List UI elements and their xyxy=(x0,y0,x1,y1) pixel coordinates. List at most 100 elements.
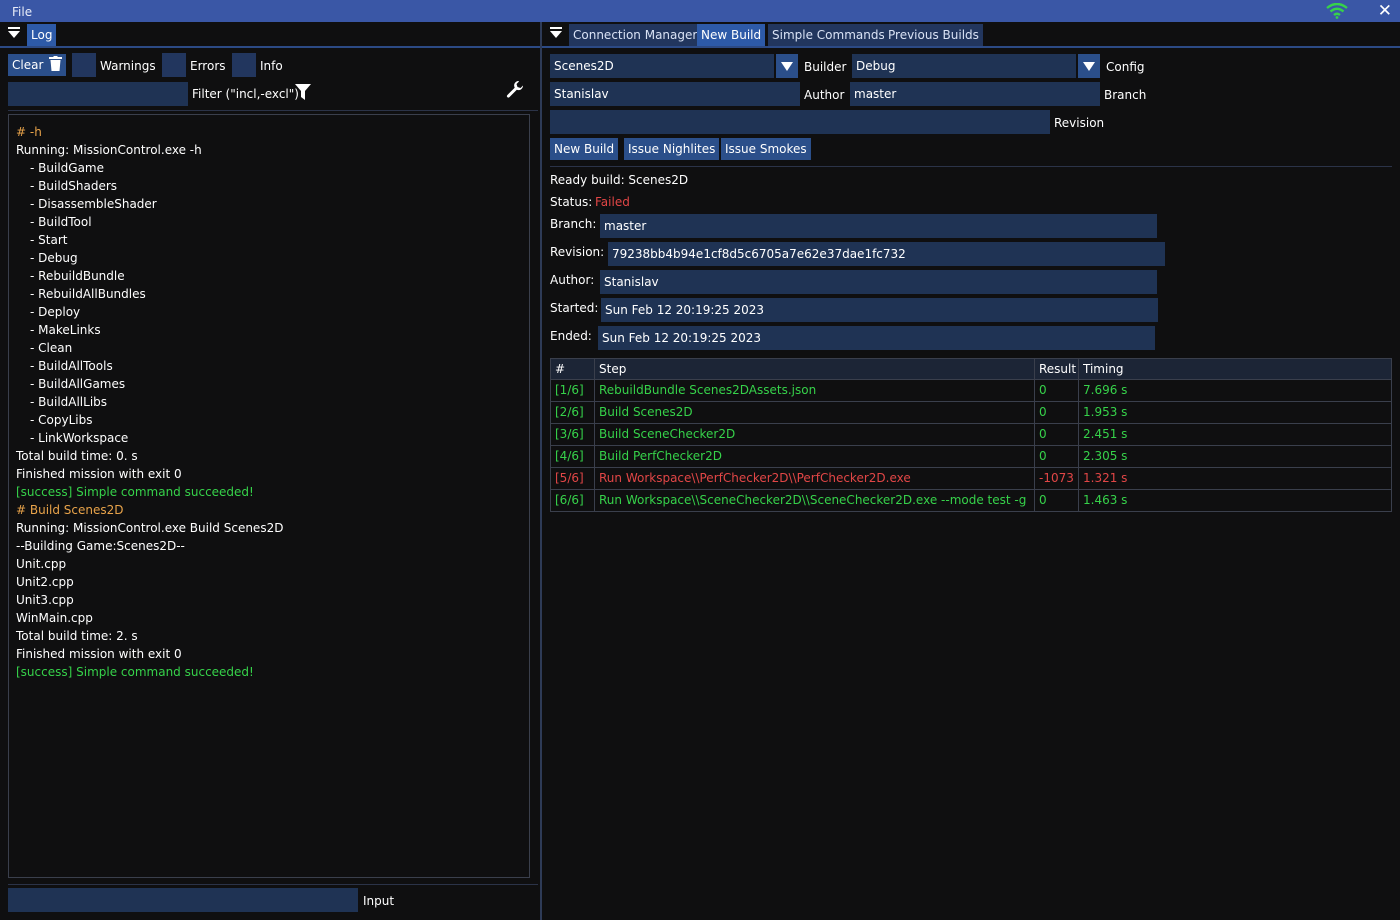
table-row[interactable]: [1/6] RebuildBundle Scenes2DAssets.json 0 7… xyxy=(551,380,1391,402)
build-steps-table: # Step Result Timing [1/6] RebuildBundle … xyxy=(550,358,1392,512)
issue-smokes-button[interactable]: Issue Smokes xyxy=(721,138,811,160)
step-timing: 1.463 s xyxy=(1083,493,1128,507)
log-line: - BuildAllLibs xyxy=(30,395,108,409)
step-result: 0 xyxy=(1039,493,1047,507)
log-line: - DisassembleShader xyxy=(30,197,157,211)
log-line: - Debug xyxy=(30,251,78,265)
tab-menu-icon[interactable] xyxy=(550,26,564,40)
step-name: RebuildBundle Scenes2DAssets.json xyxy=(599,383,817,397)
log-line: Unit3.cpp xyxy=(16,593,74,607)
warnings-checkbox[interactable] xyxy=(72,53,96,77)
revision-detail-value[interactable]: 79238bb4b94e1cf8d5c6705a7e62e37dae1fc732 xyxy=(608,242,1165,266)
new-build-button[interactable]: New Build xyxy=(550,138,619,160)
table-row[interactable]: [5/6] Run Workspace\\PerfChecker2D\\PerfC… xyxy=(551,468,1391,490)
revision-label: Revision xyxy=(1054,116,1105,130)
config-combo[interactable]: Debug xyxy=(852,54,1076,78)
header-num: # xyxy=(555,362,566,376)
log-output[interactable]: # -h Running: MissionControl.exe -h - Buil… xyxy=(8,114,530,878)
step-name: Build SceneChecker2D xyxy=(599,427,736,441)
trash-icon xyxy=(49,56,63,71)
ready-build-text: Ready build: Scenes2D xyxy=(550,173,689,187)
builder-label: Builder xyxy=(804,60,847,74)
author-detail-label: Author: xyxy=(550,273,595,287)
form-divider xyxy=(550,166,1392,167)
started-label: Started: xyxy=(550,301,599,315)
step-timing: 2.451 s xyxy=(1083,427,1128,441)
table-row[interactable]: [2/6] Build Scenes2D 0 1.953 s xyxy=(551,402,1391,424)
log-line: WinMain.cpp xyxy=(16,611,93,625)
log-toolbar-divider xyxy=(8,110,538,111)
branch-detail-value[interactable]: master xyxy=(600,214,1157,238)
errors-checkbox[interactable] xyxy=(162,53,186,77)
author-label: Author xyxy=(804,88,845,102)
step-name: Build Scenes2D xyxy=(599,405,693,419)
step-num: [1/6] xyxy=(555,383,584,397)
table-row[interactable]: [6/6] Run Workspace\\SceneChecker2D\\Scen… xyxy=(551,490,1391,511)
tab-connection-manager[interactable]: Connection Manager xyxy=(569,24,702,46)
clear-label: Clear xyxy=(12,58,44,72)
log-line: Total build time: 0. s xyxy=(16,449,138,463)
builder-dropdown-icon[interactable] xyxy=(776,54,798,78)
step-timing: 7.696 s xyxy=(1083,383,1128,397)
issue-nightlies-button[interactable]: Issue Nighlites xyxy=(624,138,720,160)
log-line: - Start xyxy=(30,233,68,247)
log-line: - Deploy xyxy=(30,305,81,319)
build-tabbar: Connection Manager New Build Simple Comm… xyxy=(542,22,1400,48)
config-dropdown-icon[interactable] xyxy=(1078,54,1100,78)
tab-menu-icon[interactable] xyxy=(8,26,22,40)
status-value: Failed xyxy=(595,195,630,209)
log-line: # -h xyxy=(16,125,42,139)
step-timing: 2.305 s xyxy=(1083,449,1128,463)
log-line: # Build Scenes2D xyxy=(16,503,124,517)
input-label: Input xyxy=(363,894,395,908)
tab-log[interactable]: Log xyxy=(27,24,57,46)
step-num: [2/6] xyxy=(555,405,584,419)
tab-simple-commands[interactable]: Simple Commands xyxy=(768,24,889,46)
revision-input[interactable] xyxy=(550,110,1050,134)
build-pane: Connection Manager New Build Simple Comm… xyxy=(542,22,1400,920)
table-body: [1/6] RebuildBundle Scenes2DAssets.json 0 7… xyxy=(551,380,1391,511)
log-tabbar: Log xyxy=(0,22,540,48)
author-detail-value[interactable]: Stanislav xyxy=(600,270,1157,294)
ended-label: Ended: xyxy=(550,329,592,343)
table-row[interactable]: [4/6] Build PerfChecker2D 0 2.305 s xyxy=(551,446,1391,468)
log-line: - BuildTool xyxy=(30,215,92,229)
step-name: Build PerfChecker2D xyxy=(599,449,722,463)
branch-input[interactable]: master xyxy=(850,82,1100,106)
step-name: Run Workspace\\SceneChecker2D\\SceneChec… xyxy=(599,493,1027,507)
command-input[interactable] xyxy=(8,888,358,912)
filter-icon[interactable] xyxy=(295,84,311,101)
step-num: [4/6] xyxy=(555,449,584,463)
clear-button[interactable]: Clear xyxy=(8,54,67,76)
ended-value[interactable]: Sun Feb 12 20:19:25 2023 xyxy=(598,326,1155,350)
step-result: 0 xyxy=(1039,383,1047,397)
info-checkbox[interactable] xyxy=(232,53,256,77)
filter-input[interactable] xyxy=(8,82,188,106)
tab-previous-builds[interactable]: Previous Builds xyxy=(884,24,983,46)
step-name: Run Workspace\\PerfChecker2D\\PerfChecke… xyxy=(599,471,911,485)
step-result: 0 xyxy=(1039,449,1047,463)
revision-detail-label: Revision: xyxy=(550,245,605,259)
wrench-icon[interactable] xyxy=(506,80,524,98)
step-num: [5/6] xyxy=(555,471,584,485)
log-line: --Building Game:Scenes2D-- xyxy=(16,539,185,553)
started-value[interactable]: Sun Feb 12 20:19:25 2023 xyxy=(601,298,1158,322)
log-lines: # -h Running: MissionControl.exe -h - Buil… xyxy=(9,115,529,681)
branch-detail-label: Branch: xyxy=(550,217,597,231)
file-menu[interactable]: File xyxy=(12,5,32,19)
close-icon[interactable]: ✕ xyxy=(1378,1,1392,21)
status-label: Status: xyxy=(550,195,593,209)
log-line: Running: MissionControl.exe Build Scenes… xyxy=(16,521,284,535)
log-line: [success] Simple command succeeded! xyxy=(16,485,254,499)
step-result: 0 xyxy=(1039,427,1047,441)
builder-combo[interactable]: Scenes2D xyxy=(550,54,774,78)
table-row[interactable]: [3/6] Build SceneChecker2D 0 2.451 s xyxy=(551,424,1391,446)
log-line: - BuildAllGames xyxy=(30,377,126,391)
log-line: - RebuildAllBundles xyxy=(30,287,146,301)
errors-label: Errors xyxy=(190,59,226,73)
author-input[interactable]: Stanislav xyxy=(550,82,800,106)
log-line: - CopyLibs xyxy=(30,413,93,427)
log-pane: Log Clear Warnings Errors Info Filter ("… xyxy=(0,22,542,920)
tab-new-build[interactable]: New Build xyxy=(697,24,766,46)
branch-label: Branch xyxy=(1104,88,1147,102)
